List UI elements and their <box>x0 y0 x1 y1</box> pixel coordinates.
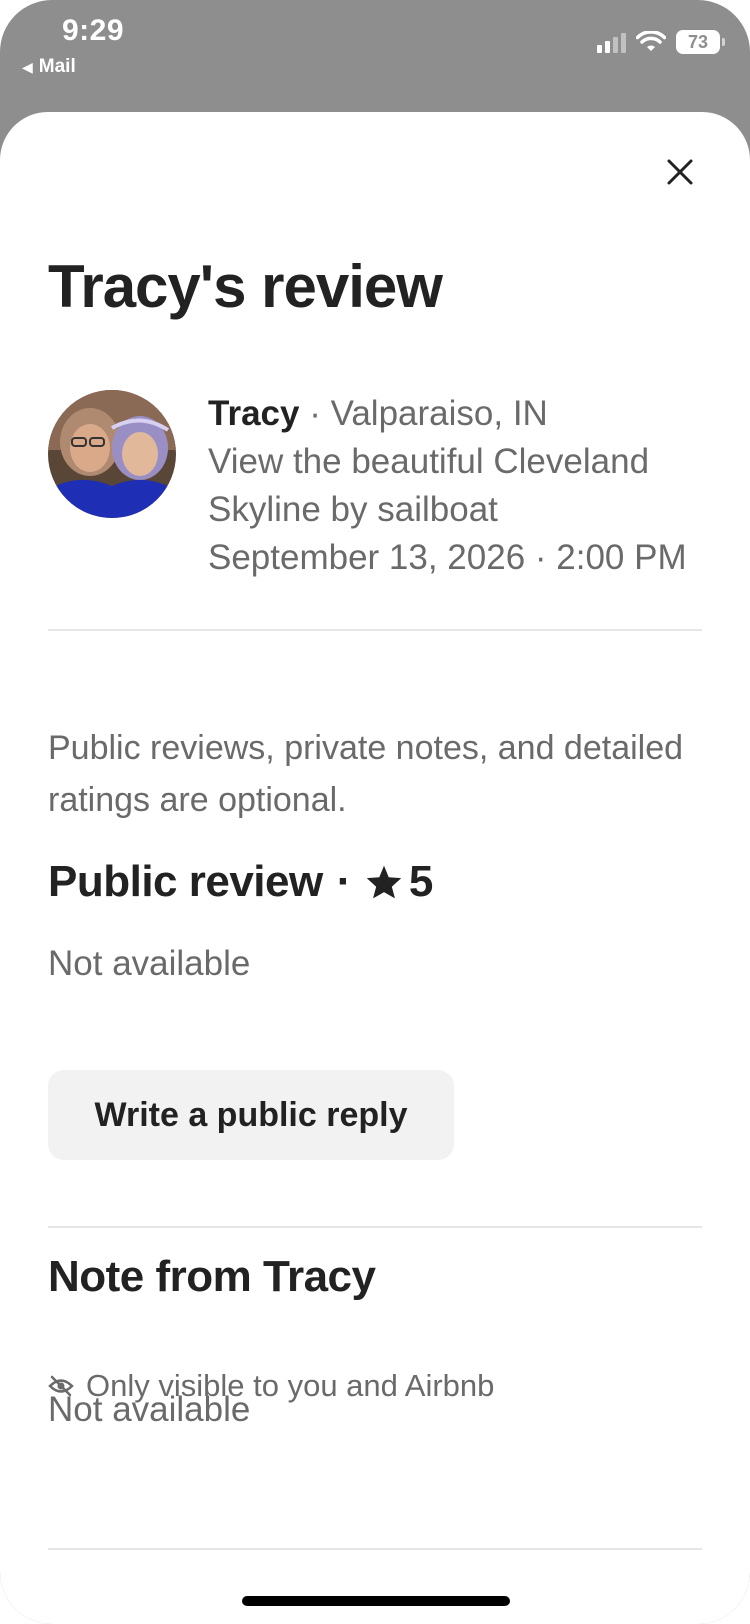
battery-level: 73 <box>687 31 709 52</box>
back-arrow-icon: ◀ <box>22 58 33 75</box>
public-review-body: Not available <box>48 944 251 983</box>
close-icon <box>667 159 693 185</box>
back-app-label: Mail <box>38 56 76 77</box>
reviewer-location: Valparaiso, IN <box>330 394 548 433</box>
private-note-body: Not available <box>48 1390 251 1429</box>
star-icon <box>366 865 402 899</box>
divider <box>48 629 702 631</box>
experience-date: September 13, 2026 · 2:00 PM <box>208 538 687 577</box>
battery-icon: 73 <box>676 30 725 54</box>
reviewer-name: Tracy <box>208 394 300 433</box>
close-button[interactable] <box>660 152 700 192</box>
divider <box>48 1548 702 1550</box>
private-note-heading: Note from Tracy <box>48 1252 376 1301</box>
heading-separator: · <box>336 857 352 906</box>
write-public-reply-button[interactable]: Write a public reply <box>48 1070 454 1160</box>
divider <box>48 1226 702 1228</box>
phone-frame: 9:29 ◀ Mail 73 Tracy's review Tracy · Va… <box>0 0 750 1624</box>
home-indicator[interactable] <box>242 1596 510 1606</box>
status-bar: 9:29 ◀ Mail 73 <box>0 0 750 110</box>
review-sheet: Tracy's review Tracy · Valparaiso, IN Vi… <box>0 112 750 1624</box>
page-title: Tracy's review <box>48 253 443 320</box>
experience-title: View the beautiful Cleveland Skyline by … <box>208 442 650 529</box>
reviewer-card: Tracy · Valparaiso, IN View the beautifu… <box>48 390 708 582</box>
intro-text: Public reviews, private notes, and detai… <box>48 729 684 819</box>
avatar[interactable] <box>48 390 176 518</box>
name-separator: · <box>309 394 331 433</box>
public-review-heading: Public review · 5 <box>48 857 433 907</box>
rating-value: 5 <box>408 857 433 906</box>
reviewer-info: Tracy · Valparaiso, IN View the beautifu… <box>208 390 708 582</box>
reviewer-name-line: Tracy · Valparaiso, IN <box>208 390 708 438</box>
public-review-title: Public review <box>48 857 323 906</box>
cellular-signal-icon <box>597 31 626 53</box>
status-time: 9:29 <box>62 14 125 47</box>
wifi-icon <box>636 31 666 51</box>
status-indicators: 73 <box>597 30 725 54</box>
back-to-mail-link[interactable]: ◀ Mail <box>22 56 76 78</box>
